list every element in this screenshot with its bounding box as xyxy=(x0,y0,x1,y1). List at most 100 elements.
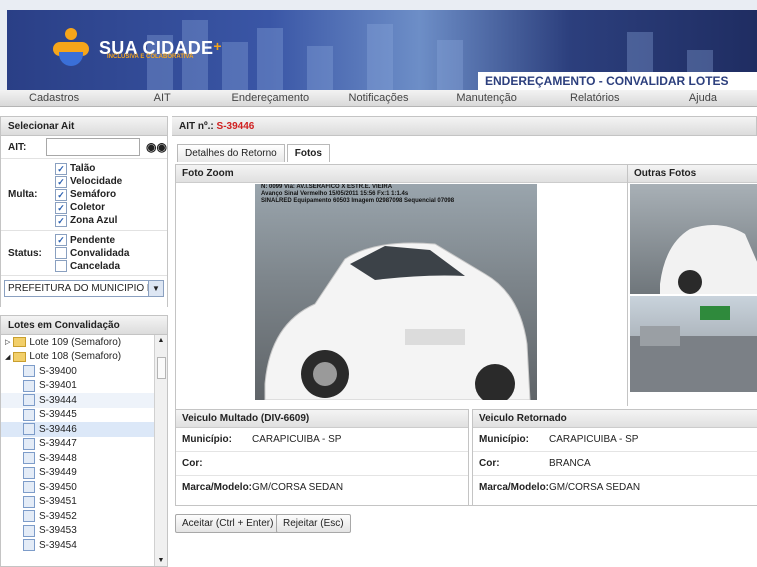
checkbox-checked-icon[interactable]: ✓ xyxy=(55,175,67,188)
checkbox-checked-icon[interactable]: ✓ xyxy=(55,201,67,214)
tree-item[interactable]: S-39448 xyxy=(1,451,167,466)
tree-item[interactable]: S-39444 xyxy=(1,393,167,408)
thumbnail-photo-1[interactable] xyxy=(630,184,757,294)
status-option[interactable]: Convalidada xyxy=(55,247,129,260)
veiculo-multado-title: Veiculo Multado (DIV-6609) xyxy=(176,410,468,428)
outras-fotos-panel: Outras Fotos xyxy=(628,165,757,406)
tab-fotos[interactable]: Fotos xyxy=(286,144,330,162)
building-shape xyxy=(437,40,463,90)
ait-number-label: AIT nº.: xyxy=(179,121,214,132)
tree-item[interactable]: S-39451 xyxy=(1,495,167,510)
filter-panel: AIT: ◉◉ Multa: ✓ Talão ✓ Velocidade ✓ Semáf… xyxy=(0,136,168,307)
app-logo[interactable]: SUA CIDADE+ xyxy=(51,28,222,68)
cor-value: BRANCA xyxy=(549,458,591,469)
document-icon xyxy=(23,394,35,407)
scrollbar-thumb[interactable] xyxy=(157,357,166,379)
menu-item-cadastros[interactable]: Cadastros xyxy=(0,90,108,106)
tab-bar: Detalhes do Retorno Fotos xyxy=(177,144,332,162)
logo-subtitle: INCLUSIVA E COLABORATIVA xyxy=(107,54,194,60)
info-row: Município: CARAPICUIBA - SP xyxy=(176,428,468,452)
expand-arrow-icon[interactable]: ▷ xyxy=(5,338,10,346)
multa-option[interactable]: ✓ Velocidade xyxy=(55,175,122,188)
tree-item[interactable]: S-39400 xyxy=(1,364,167,379)
collapse-arrow-icon[interactable]: ◢ xyxy=(5,353,10,361)
tree-item[interactable]: S-39454 xyxy=(1,538,167,553)
ait-filter-row: AIT: ◉◉ xyxy=(1,136,167,159)
logo-plus: + xyxy=(213,37,222,54)
zoom-photo[interactable]: N: 0099 Via: AV.I.SERAFICO X ESTR.E. VIE… xyxy=(255,184,537,400)
tree-item[interactable]: S-39450 xyxy=(1,480,167,495)
section-title: ENDEREÇAMENTO - CONVALIDAR LOTES xyxy=(478,72,757,90)
tree-item[interactable]: S-39453 xyxy=(1,524,167,539)
menu-item-notificacoes[interactable]: Notificações xyxy=(324,90,432,106)
tab-detalhes-retorno[interactable]: Detalhes do Retorno xyxy=(177,144,285,162)
checkbox-checked-icon[interactable]: ✓ xyxy=(55,234,67,246)
info-row: Marca/Modelo: GM/CORSA SEDAN xyxy=(479,482,641,493)
checkbox-checked-icon[interactable]: ✓ xyxy=(55,162,67,175)
thumbnail-street-illustration xyxy=(630,306,757,392)
multa-option[interactable]: ✓ Coletor xyxy=(55,201,122,214)
binoculars-search-icon[interactable]: ◉◉ xyxy=(146,140,167,154)
organization-select-value: PREFEITURA DO MUNICIPIO D xyxy=(8,283,155,294)
foto-zoom-title: Foto Zoom xyxy=(176,165,627,183)
scroll-up-icon[interactable]: ▲ xyxy=(155,337,167,344)
building-shape xyxy=(222,42,248,90)
tree-item-selected[interactable]: S-39446 xyxy=(1,422,167,437)
reject-button[interactable]: Rejeitar (Esc) xyxy=(276,514,351,533)
municipio-value: CARAPICUIBA - SP xyxy=(549,434,639,445)
tree-scrollbar[interactable]: ▲ ▼ xyxy=(154,335,167,566)
main-panel: AIT nº.: S-39446 Detalhes do Retorno Fot… xyxy=(172,116,757,547)
left-sidebar: Selecionar Ait AIT: ◉◉ Multa: ✓ Talão ✓ Ve… xyxy=(0,116,168,567)
document-icon xyxy=(23,495,35,508)
municipio-value: CARAPICUIBA - SP xyxy=(252,434,342,445)
info-row: Município: CARAPICUIBA - SP xyxy=(473,428,757,452)
scroll-down-icon[interactable]: ▼ xyxy=(155,557,167,564)
menu-item-ait[interactable]: AIT xyxy=(108,90,216,106)
building-shape xyxy=(367,24,393,90)
tree-item[interactable]: S-39449 xyxy=(1,466,167,481)
multa-option[interactable]: ✓ Semáforo xyxy=(55,188,122,201)
tree-item[interactable]: S-39401 xyxy=(1,379,167,394)
document-icon xyxy=(23,539,35,552)
menu-item-ajuda[interactable]: Ajuda xyxy=(649,90,757,106)
tree-item[interactable]: S-39452 xyxy=(1,509,167,524)
multa-option[interactable]: ✓ Talão xyxy=(55,162,122,175)
chevron-down-icon[interactable]: ▼ xyxy=(148,281,163,296)
thumbnail-photo-2[interactable] xyxy=(630,296,757,392)
status-options: ✓ Pendente Convalidada Cancelada xyxy=(55,234,129,273)
veiculo-multado-panel: Veiculo Multado (DIV-6609) Município: CAR… xyxy=(176,409,469,506)
tree-item[interactable]: S-39447 xyxy=(1,437,167,452)
status-option[interactable]: ✓ Pendente xyxy=(55,234,129,247)
status-filter-label: Status: xyxy=(8,247,42,259)
document-icon xyxy=(23,481,35,494)
menu-item-enderecamento[interactable]: Endereçamento xyxy=(216,90,324,106)
folder-open-icon xyxy=(13,351,27,362)
accept-button[interactable]: Aceitar (Ctrl + Enter) xyxy=(175,514,281,533)
multa-option[interactable]: ✓ Zona Azul xyxy=(55,214,122,227)
building-shape xyxy=(307,46,333,90)
multa-filter-label: Multa: xyxy=(8,189,38,200)
veiculo-retornado-title: Veiculo Retornado xyxy=(473,410,757,428)
document-icon xyxy=(23,408,35,421)
veiculo-retornado-panel: Veiculo Retornado Município: CARAPICUIBA … xyxy=(472,409,757,506)
document-icon xyxy=(23,365,35,378)
checkbox-checked-icon[interactable]: ✓ xyxy=(55,188,67,201)
status-option[interactable]: Cancelada xyxy=(55,260,129,273)
organization-select[interactable]: PREFEITURA DO MUNICIPIO D ▼ xyxy=(4,280,164,297)
checkbox-unchecked-icon[interactable] xyxy=(55,260,67,272)
document-icon xyxy=(23,437,35,450)
ait-header: AIT nº.: S-39446 xyxy=(172,116,757,136)
building-shape xyxy=(257,28,283,90)
tree-folder[interactable]: ◢ Lote 108 (Semaforo) xyxy=(1,350,167,365)
menu-item-relatorios[interactable]: Relatórios xyxy=(541,90,649,106)
menu-item-manutencao[interactable]: Manutenção xyxy=(433,90,541,106)
ait-number-value: S-39446 xyxy=(216,121,255,132)
tree-folder[interactable]: ▷ Lote 109 (Semaforo) xyxy=(1,335,167,350)
header-banner: SUA CIDADE+ INCLUSIVA E COLABORATIVA END… xyxy=(0,0,757,90)
logo-person-icon xyxy=(51,28,91,68)
checkbox-unchecked-icon[interactable] xyxy=(55,247,67,259)
tree-item[interactable]: S-39445 xyxy=(1,408,167,423)
checkbox-checked-icon[interactable]: ✓ xyxy=(55,214,67,227)
ait-search-input[interactable] xyxy=(46,138,141,156)
marca-value: GM/CORSA SEDAN xyxy=(549,482,641,493)
